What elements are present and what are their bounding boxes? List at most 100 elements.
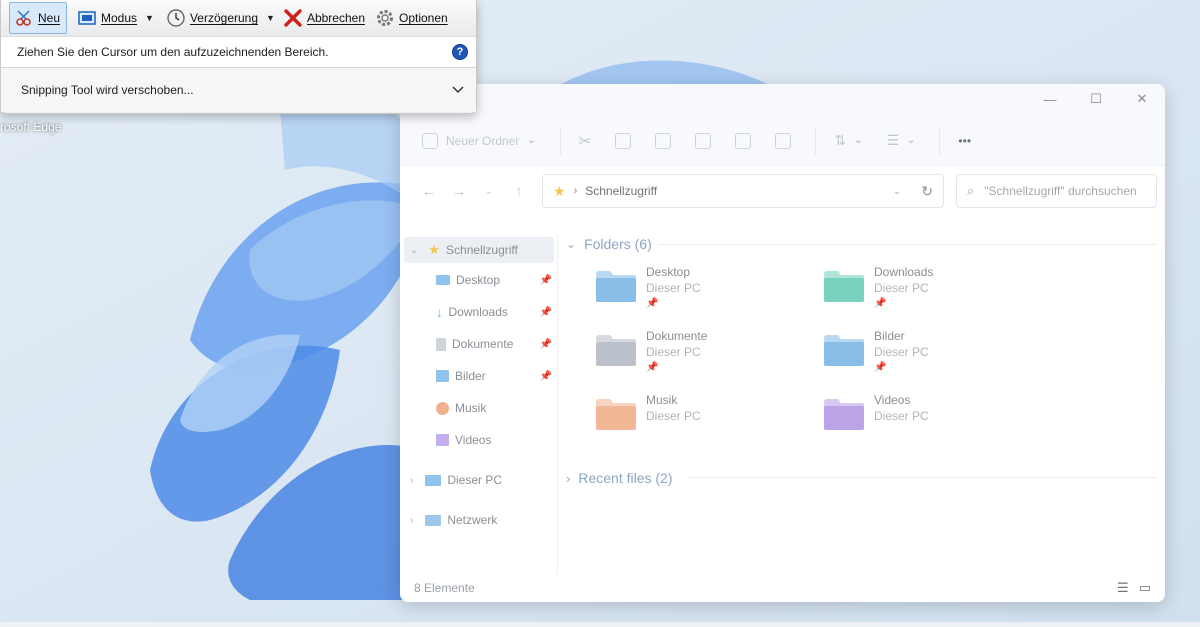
chevron-down-icon[interactable]: ⌄ bbox=[893, 186, 901, 197]
folder-name: Downloads bbox=[874, 265, 934, 279]
options-button[interactable]: Optionen bbox=[371, 2, 454, 34]
chevron-down-icon: ⌄ bbox=[854, 135, 863, 146]
desktop-icon-label-edge[interactable]: rosoft Edge bbox=[0, 120, 61, 134]
back-button[interactable]: ← bbox=[414, 183, 444, 200]
folders-section-header[interactable]: ⌄ Folders (6) bbox=[566, 234, 652, 254]
folder-name: Dokumente bbox=[646, 329, 708, 343]
command-bar: Neuer Ordner ⌄ ✂ ⇅ ⌄ ☰ ⌄ ••• bbox=[400, 116, 1165, 166]
mode-dropdown-arrow[interactable]: ▼ bbox=[145, 13, 154, 23]
pin-icon: 📌 bbox=[539, 370, 552, 382]
share-button[interactable] bbox=[735, 132, 752, 149]
chevron-down-icon[interactable] bbox=[452, 86, 464, 94]
cut-button[interactable]: ✂ bbox=[579, 132, 592, 150]
up-button[interactable]: ↑ bbox=[504, 183, 534, 200]
music-icon bbox=[436, 401, 449, 415]
section-divider bbox=[658, 244, 1157, 245]
sidebar-item-label: Dieser PC bbox=[447, 473, 503, 487]
delay-button[interactable]: Verzögerung bbox=[162, 2, 264, 34]
sidebar-item-label: Downloads bbox=[448, 305, 508, 319]
folder-name: Musik bbox=[646, 393, 678, 407]
sidebar-item-pictures[interactable]: Bilder 📌 bbox=[436, 363, 558, 389]
item-count: 8 Elemente bbox=[414, 581, 475, 595]
explorer-titlebar[interactable]: — ☐ ✕ bbox=[400, 84, 1165, 116]
address-bar[interactable]: ★ › Schnellzugriff ⌄ ↻ bbox=[542, 174, 944, 208]
chevron-down-icon: ⌄ bbox=[527, 135, 536, 146]
status-bar: 8 Elemente ☰ ▭ bbox=[400, 574, 1165, 602]
minimize-button[interactable]: — bbox=[1027, 84, 1073, 114]
folder-location: Dieser PC bbox=[874, 281, 929, 295]
new-snip-button[interactable]: Neu bbox=[9, 2, 68, 34]
explorer-body: ⌄ ★ Schnellzugriff Desktop 📌 ↓ Downloads… bbox=[400, 234, 1165, 574]
delay-dropdown-arrow[interactable]: ▼ bbox=[266, 13, 275, 23]
sidebar-item-desktop[interactable]: Desktop 📌 bbox=[436, 267, 558, 293]
sidebar-item-downloads[interactable]: ↓ Downloads 📌 bbox=[436, 299, 558, 325]
maximize-button[interactable]: ☐ bbox=[1073, 84, 1119, 114]
address-path: Schnellzugriff bbox=[585, 184, 658, 198]
mode-button[interactable]: Modus bbox=[73, 2, 143, 34]
rename-button[interactable] bbox=[695, 132, 712, 149]
folder-tile-videos[interactable]: Videos Dieser PC bbox=[822, 392, 1042, 452]
sidebar-item-label: Musik bbox=[455, 401, 487, 415]
recent-files-section-header[interactable]: › Recent files (2) bbox=[566, 468, 673, 488]
folder-name: Videos bbox=[874, 393, 911, 407]
view-list-icon: ☰ bbox=[886, 132, 900, 148]
pin-icon: 📌 bbox=[874, 298, 887, 309]
folder-tile-bilder[interactable]: Bilder Dieser PC 📌 bbox=[822, 328, 1042, 388]
folders-header-label: Folders (6) bbox=[584, 236, 652, 252]
paste-button[interactable] bbox=[655, 132, 672, 149]
sidebar-item-music[interactable]: Musik bbox=[436, 395, 558, 421]
tiles-view-icon[interactable]: ▭ bbox=[1139, 580, 1151, 596]
chevron-right-icon: › bbox=[410, 474, 414, 486]
sidebar-item-network[interactable]: › Netzwerk bbox=[410, 507, 558, 533]
view-button[interactable]: ☰ ⌄ bbox=[886, 132, 915, 149]
sort-icon: ⇅ bbox=[834, 132, 847, 148]
sidebar-item-documents[interactable]: Dokumente 📌 bbox=[436, 331, 558, 357]
pin-icon: 📌 bbox=[874, 362, 887, 373]
new-folder-button[interactable]: Neuer Ordner ⌄ bbox=[422, 132, 536, 149]
view-toggle: ☰ ▭ bbox=[1117, 580, 1151, 596]
folder-icon bbox=[594, 268, 638, 308]
sidebar-item-quick-access[interactable]: ⌄ ★ Schnellzugriff bbox=[404, 237, 554, 263]
new-folder-icon bbox=[422, 132, 438, 149]
snip-mode-icon bbox=[78, 11, 96, 25]
folder-tile-dokumente[interactable]: Dokumente Dieser PC 📌 bbox=[594, 328, 814, 388]
more-button[interactable]: ••• bbox=[958, 134, 971, 148]
snipping-tool-window: Neu Modus ▼ Verzögerung ▼ Abbrechen Opti… bbox=[0, 0, 477, 114]
search-box[interactable]: ⌕ "Schnellzugriff" durchsuchen bbox=[956, 174, 1157, 208]
chevron-right-icon: › bbox=[573, 185, 578, 197]
address-row: ← → ⌄ ↑ ★ › Schnellzugriff ⌄ ↻ ⌕ "Schnel… bbox=[400, 166, 1165, 216]
folder-tile-musik[interactable]: Musik Dieser PC bbox=[594, 392, 814, 452]
cancel-button[interactable]: Abbrechen bbox=[279, 2, 371, 34]
chevron-down-icon: ⌄ bbox=[410, 244, 419, 256]
search-placeholder: "Schnellzugriff" durchsuchen bbox=[984, 184, 1137, 198]
details-view-icon[interactable]: ☰ bbox=[1117, 580, 1129, 596]
sort-button[interactable]: ⇅ ⌄ bbox=[834, 132, 862, 149]
paste-icon bbox=[655, 132, 672, 149]
download-icon: ↓ bbox=[436, 304, 443, 320]
folder-name: Desktop bbox=[646, 265, 691, 279]
taskbar-edge bbox=[0, 622, 1200, 627]
search-icon: ⌕ bbox=[967, 183, 975, 198]
refresh-icon[interactable]: ↻ bbox=[921, 183, 933, 200]
file-explorer-window: — ☐ ✕ Neuer Ordner ⌄ ✂ ⇅ ⌄ ☰ ⌄ ••• ← → ⌄ ↑… bbox=[400, 84, 1165, 602]
sidebar-item-videos[interactable]: Videos bbox=[436, 427, 558, 453]
pin-icon: 📌 bbox=[646, 362, 659, 373]
star-icon: ★ bbox=[553, 182, 566, 199]
copy-button[interactable] bbox=[615, 132, 632, 149]
folder-location: Dieser PC bbox=[646, 345, 701, 359]
folder-tile-desktop[interactable]: Desktop Dieser PC 📌 bbox=[594, 264, 814, 324]
folder-location: Dieser PC bbox=[874, 345, 929, 359]
help-icon[interactable]: ? bbox=[452, 44, 468, 60]
forward-button[interactable]: → bbox=[444, 183, 474, 200]
options-label: Optionen bbox=[399, 11, 448, 25]
folder-tile-downloads[interactable]: Downloads Dieser PC 📌 bbox=[822, 264, 1042, 324]
recent-locations-button[interactable]: ⌄ bbox=[474, 186, 504, 197]
move-notice-bar[interactable]: Snipping Tool wird verschoben... bbox=[1, 68, 476, 112]
close-button[interactable]: ✕ bbox=[1119, 84, 1165, 114]
sidebar-item-this-pc[interactable]: › Dieser PC bbox=[410, 467, 558, 493]
delete-button[interactable] bbox=[775, 132, 792, 149]
pin-icon: 📌 bbox=[539, 306, 552, 318]
folder-icon bbox=[594, 396, 638, 436]
folder-name: Bilder bbox=[874, 329, 905, 343]
rename-icon bbox=[695, 132, 712, 149]
